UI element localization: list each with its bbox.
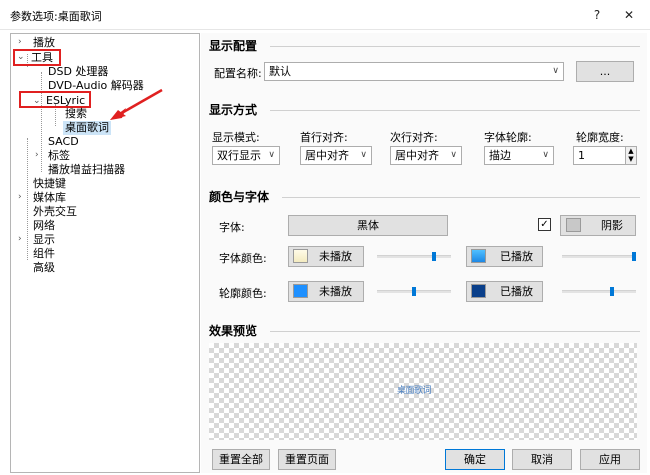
- tree-item-library[interactable]: 媒体库: [33, 191, 66, 205]
- preferences-tree: › 播放 ⌄ 工具 DSD 处理器 DVD-Audio 解码器 ⌄ ESLyri…: [10, 33, 200, 473]
- second-line-align-select[interactable]: 居中对齐 ∨: [390, 146, 462, 165]
- font-outline-value: 描边: [489, 149, 511, 162]
- tree-connector: [41, 72, 42, 172]
- section-title-preview: 效果预览: [209, 324, 258, 338]
- tree-item-network[interactable]: 网络: [33, 219, 55, 233]
- annotation-highlight-box: [13, 49, 61, 66]
- apply-button[interactable]: 应用: [580, 449, 640, 470]
- first-line-align-label: 首行对齐:: [300, 131, 348, 144]
- chevron-down-icon: ∨: [268, 150, 275, 160]
- first-line-align-value: 居中对齐: [305, 149, 349, 162]
- section-title-display-mode: 显示方式: [209, 103, 258, 117]
- tree-item-components[interactable]: 组件: [33, 247, 55, 261]
- section-divider: [270, 331, 640, 332]
- spinner-arrows-icon[interactable]: ▲ ▼: [625, 147, 636, 164]
- tree-connector: [27, 138, 28, 260]
- tree-item-shell[interactable]: 外壳交互: [33, 205, 77, 219]
- close-button[interactable]: ✕: [615, 4, 643, 26]
- unplayed-label: 未播放: [319, 250, 352, 263]
- tree-item-sacd[interactable]: SACD: [48, 135, 79, 149]
- expand-chevron-icon[interactable]: ›: [18, 37, 22, 47]
- tree-item-playback[interactable]: 播放: [33, 36, 55, 50]
- config-name-select[interactable]: 默认 ∨: [264, 62, 564, 81]
- annotation-highlight-box: [19, 91, 91, 108]
- annotation-arrow-icon: [110, 88, 163, 120]
- outline-played-color-button[interactable]: 已播放: [466, 281, 543, 302]
- reset-all-button[interactable]: 重置全部: [212, 449, 270, 470]
- section-divider: [270, 110, 640, 111]
- unplayed-label: 未播放: [319, 285, 352, 298]
- reset-page-button[interactable]: 重置页面: [278, 449, 336, 470]
- chevron-down-icon: ∨: [542, 150, 549, 160]
- outline-played-alpha-slider[interactable]: [562, 290, 636, 293]
- chevron-down-icon: ∨: [450, 150, 457, 160]
- cancel-button[interactable]: 取消: [512, 449, 572, 470]
- display-mode-select[interactable]: 双行显示 ∨: [212, 146, 280, 165]
- font-unplayed-swatch: [293, 249, 308, 263]
- tree-item-tags[interactable]: 标签: [48, 149, 70, 163]
- font-played-color-button[interactable]: 已播放: [466, 246, 543, 267]
- outline-played-swatch: [471, 284, 486, 298]
- shadow-label: 阴影: [601, 219, 623, 232]
- second-line-align-label: 次行对齐:: [390, 131, 438, 144]
- font-unplayed-alpha-slider[interactable]: [377, 255, 451, 258]
- shadow-swatch: [566, 218, 581, 232]
- tree-item-dsd[interactable]: DSD 处理器: [48, 65, 108, 79]
- chevron-down-icon: ∨: [552, 66, 559, 76]
- tree-item-display[interactable]: 显示: [33, 233, 55, 247]
- tree-item-replaygain[interactable]: 播放增益扫描器: [48, 163, 125, 177]
- shadow-checkbox[interactable]: ✓: [538, 218, 551, 231]
- outline-unplayed-swatch: [293, 284, 308, 298]
- font-color-label: 字体颜色:: [219, 252, 267, 265]
- lyrics-preview-area: 桌面歌词: [209, 343, 637, 440]
- title-bar: 参数选项:桌面歌词 ? ✕: [0, 0, 650, 30]
- first-line-align-select[interactable]: 居中对齐 ∨: [300, 146, 372, 165]
- display-mode-label: 显示模式:: [212, 131, 260, 144]
- outline-color-label: 轮廓颜色:: [219, 287, 267, 300]
- expand-chevron-icon[interactable]: ›: [18, 192, 22, 202]
- chevron-down-icon: ∨: [360, 150, 367, 160]
- font-played-alpha-thumb[interactable]: [632, 252, 636, 261]
- outline-unplayed-alpha-thumb[interactable]: [412, 287, 416, 296]
- section-title-color-font: 颜色与字体: [209, 190, 270, 204]
- played-label: 已播放: [500, 285, 533, 298]
- expand-chevron-icon[interactable]: ›: [35, 150, 39, 160]
- shadow-color-button[interactable]: 阴影: [560, 215, 636, 236]
- section-divider: [270, 46, 640, 47]
- second-line-align-value: 居中对齐: [395, 149, 439, 162]
- font-played-alpha-slider[interactable]: [562, 255, 636, 258]
- font-played-swatch: [471, 249, 486, 263]
- section-title-display-config: 显示配置: [209, 39, 258, 53]
- help-button[interactable]: ?: [583, 4, 611, 26]
- outline-width-spinner[interactable]: 1 ▲ ▼: [573, 146, 637, 165]
- config-name-value: 默认: [269, 65, 291, 78]
- outline-width-value: 1: [578, 149, 585, 162]
- display-mode-value: 双行显示: [217, 149, 261, 162]
- config-name-label: 配置名称:: [214, 67, 262, 80]
- tree-item-advanced[interactable]: 高级: [33, 261, 55, 275]
- played-label: 已播放: [500, 250, 533, 263]
- outline-unplayed-color-button[interactable]: 未播放: [288, 281, 364, 302]
- tree-item-search[interactable]: 搜索: [65, 107, 87, 121]
- font-outline-select[interactable]: 描边 ∨: [484, 146, 554, 165]
- ok-button[interactable]: 确定: [445, 449, 505, 470]
- window-title: 参数选项:桌面歌词: [10, 10, 102, 23]
- expand-chevron-icon[interactable]: ›: [18, 234, 22, 244]
- font-outline-label: 字体轮廓:: [484, 131, 532, 144]
- font-picker-button[interactable]: 黑体: [288, 215, 448, 236]
- section-divider: [282, 197, 640, 198]
- outline-width-label: 轮廓宽度:: [576, 131, 624, 144]
- tree-item-shortcuts[interactable]: 快捷键: [33, 177, 66, 191]
- font-unplayed-color-button[interactable]: 未播放: [288, 246, 364, 267]
- preview-sample-text: 桌面歌词: [397, 386, 432, 396]
- font-label: 字体:: [219, 221, 245, 234]
- tree-item-desktop-lyrics[interactable]: 桌面歌词: [63, 121, 111, 135]
- outline-played-alpha-thumb[interactable]: [610, 287, 614, 296]
- config-more-button[interactable]: ...: [576, 61, 634, 82]
- font-unplayed-alpha-thumb[interactable]: [432, 252, 436, 261]
